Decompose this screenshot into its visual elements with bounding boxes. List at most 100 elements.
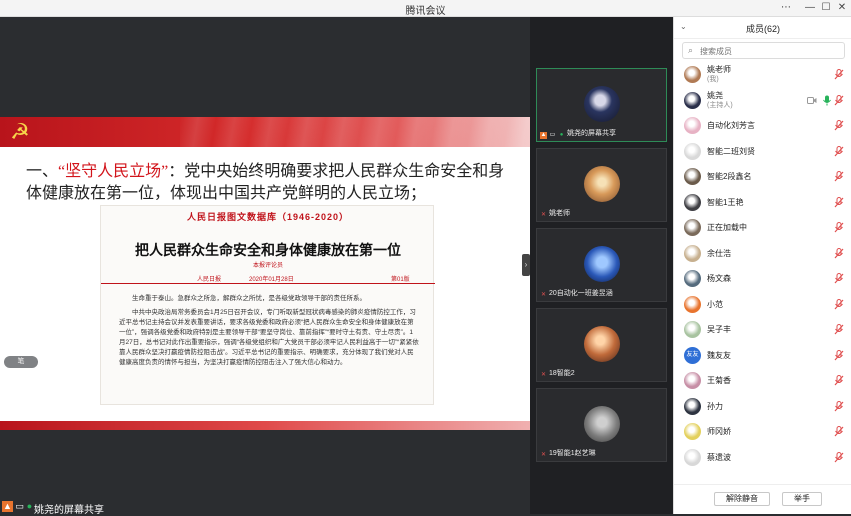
search-icon: ⌕ (688, 45, 694, 55)
member-name: 孙力 (707, 402, 723, 411)
title-bar: 腾讯会议 ⋯ — ☐ ✕ (0, 0, 851, 17)
tile-name: 姚尧的屏幕共享 (567, 130, 616, 137)
mic-off-icon[interactable] (834, 146, 844, 157)
member-name: 小范 (707, 300, 723, 309)
member-avatar (684, 117, 701, 134)
video-tile[interactable]: ✕ 18智能2 (536, 308, 667, 382)
member-row[interactable]: 蔡遗波 (674, 446, 851, 470)
mic-on-icon[interactable] (822, 95, 832, 106)
member-name: 师冈娇 (707, 427, 731, 436)
minimize-icon[interactable]: — (803, 1, 817, 15)
mic-off-icon[interactable] (834, 197, 844, 208)
member-row[interactable]: 友友 魏友友 (674, 344, 851, 368)
raise-hand-button[interactable]: 举手 (782, 492, 822, 506)
member-row[interactable]: 孙力 (674, 395, 851, 419)
screen-share-icon: ▭ (549, 132, 556, 138)
members-footer: 解除静音 举手 (674, 484, 851, 514)
mic-off-icon[interactable] (834, 120, 844, 131)
members-panel: ⌄ 成员(62) ⌕ 姚老师(我)姚尧(主持人) 自动化刘芳言智能二班刘贤智能2段… (673, 17, 851, 514)
member-name: 蔡遗波 (707, 453, 731, 462)
mic-off-icon[interactable] (834, 273, 844, 284)
member-row[interactable]: 王菊香 (674, 369, 851, 393)
member-row[interactable]: 正在加载中 (674, 216, 851, 240)
video-tile[interactable]: ✕ 20自动化一班姜昱涵 (536, 228, 667, 302)
member-name: 智能2段鑫名 (707, 172, 752, 181)
more-icon[interactable]: ⋯ (779, 1, 793, 15)
shared-slide: ☭ 一、“坚守人民立场”：党中央始终明确要求把人民群众生命安全和身体健康放在第一… (0, 117, 530, 430)
article-byline: 本报评论员 (252, 263, 283, 269)
video-panel: ▲ ▭ ● 姚尧的屏幕共享 ✕ 姚老师 ✕ 20自动化一班姜昱涵 ✕ 18智能2 ✕ 19智能… (530, 17, 673, 514)
member-avatar (684, 66, 701, 83)
member-name: 杨文森 (707, 274, 731, 283)
member-row[interactable]: 智能2段鑫名 (674, 165, 851, 189)
member-avatar (684, 143, 701, 160)
member-avatar (684, 296, 701, 313)
member-role: (主持人) (707, 102, 733, 109)
member-row[interactable]: 余仕浩 (674, 242, 851, 266)
article-date: 2020年01月28日 (249, 277, 294, 283)
avatar (584, 166, 620, 202)
member-row[interactable]: 杨文森 (674, 267, 851, 291)
mic-off-icon: ✕ (540, 372, 547, 378)
member-row[interactable]: 智能1王艳 (674, 191, 851, 215)
avatar (584, 246, 620, 282)
member-avatar (684, 423, 701, 440)
member-search-input[interactable] (700, 45, 840, 57)
avatar (584, 86, 620, 122)
slide-header-banner: ☭ (0, 117, 530, 147)
mic-off-icon[interactable] (834, 452, 844, 463)
article-page: 第01版 (391, 277, 410, 283)
member-search[interactable]: ⌕ (682, 42, 845, 59)
member-row[interactable]: 师冈娇 (674, 420, 851, 444)
mic-off-icon[interactable] (834, 401, 844, 412)
member-name: 王菊香 (707, 376, 731, 385)
article-paragraph: 中共中央政治局常务委员会1月25日召开会议，专门听取新型冠状病毒感染的肺炎疫情防… (119, 309, 419, 366)
video-tile[interactable]: ▲ ▭ ● 姚尧的屏幕共享 (536, 68, 667, 142)
member-avatar (684, 219, 701, 236)
mic-off-icon[interactable] (834, 350, 844, 361)
mic-off-icon[interactable] (834, 324, 844, 335)
tile-name: 姚老师 (549, 210, 570, 217)
mic-off-icon[interactable] (834, 95, 844, 106)
member-row[interactable]: 小范 (674, 293, 851, 317)
mic-off-icon[interactable] (834, 375, 844, 386)
close-icon[interactable]: ✕ (835, 1, 849, 15)
member-name: 智能二班刘贤 (707, 147, 755, 156)
mic-on-icon: ● (559, 132, 564, 138)
annotation-chip[interactable]: 笔 (4, 356, 38, 368)
member-name: 正在加载中 (707, 223, 747, 232)
video-tile[interactable]: ✕ 姚老师 (536, 148, 667, 222)
mic-off-icon[interactable] (834, 426, 844, 437)
maximize-icon[interactable]: ☐ (819, 1, 833, 15)
newspaper-article: 人民日报图文数据库（1946-2020） 把人民群众生命安全和身体健康放在第一位… (100, 205, 435, 405)
article-body: 生命重于泰山。急群众之所急，解群众之所忧，是各级党政领导干部的责任所系。 中共中… (119, 294, 419, 372)
video-tile[interactable]: ✕ 19智能1赵艺琳 (536, 388, 667, 462)
article-paragraph: 生命重于泰山。急群众之所急，解群众之所忧，是各级党政领导干部的责任所系。 (132, 295, 366, 302)
unmute-all-button[interactable]: 解除静音 (714, 492, 770, 506)
member-row[interactable]: 姚老师 (我) (674, 63, 851, 87)
article-meta: 人民日报 2020年01月28日 第01版 (101, 272, 435, 284)
member-avatar: 友友 (684, 347, 701, 364)
user-avatar-icon: ▲ (2, 501, 13, 512)
mic-off-icon[interactable] (834, 299, 844, 310)
member-avatar (684, 245, 701, 262)
members-header: ⌄ 成员(62) (674, 17, 851, 39)
member-row[interactable]: 智能二班刘贤 (674, 140, 851, 164)
member-row[interactable]: 姚尧 (主持人) (674, 89, 851, 113)
mic-off-icon[interactable] (834, 69, 844, 80)
mic-off-icon[interactable] (834, 171, 844, 182)
collapse-video-panel-button[interactable]: › (522, 254, 530, 276)
tile-name: 19智能1赵艺琳 (549, 450, 596, 457)
mic-off-icon[interactable] (834, 248, 844, 259)
mic-off-icon[interactable] (834, 222, 844, 233)
member-row[interactable]: 自动化刘芳言 (674, 114, 851, 138)
member-avatar (684, 372, 701, 389)
member-avatar (684, 92, 701, 109)
avatar (584, 406, 620, 442)
avatar (584, 326, 620, 362)
camera-icon[interactable] (807, 96, 817, 105)
member-name: 自动化刘芳言 (707, 121, 755, 130)
mic-off-icon: ✕ (540, 212, 547, 218)
member-row[interactable]: 吴子丰 (674, 318, 851, 342)
mic-off-icon: ✕ (540, 292, 547, 298)
